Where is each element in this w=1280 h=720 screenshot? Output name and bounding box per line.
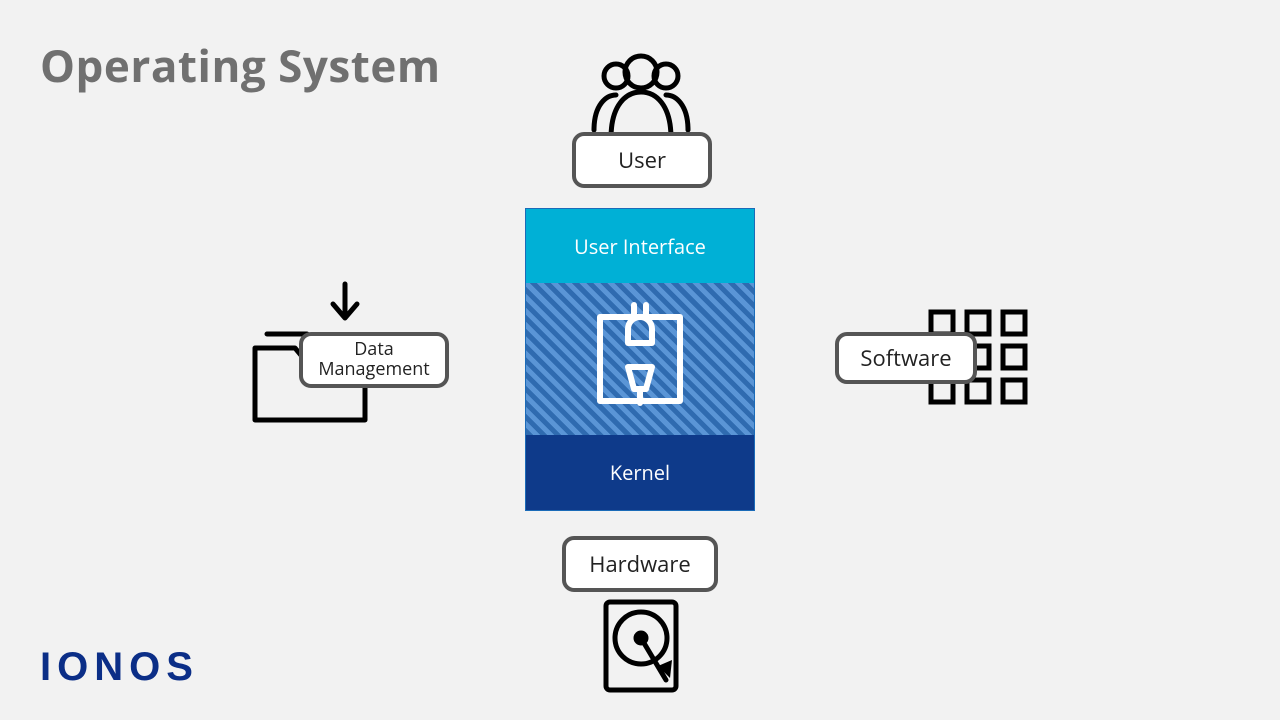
plug-socket-icon [580, 299, 700, 419]
node-data-management-label: Data Management [318, 340, 429, 380]
node-data-management: Data Management [299, 332, 449, 388]
layer-kernel-label: Kernel [610, 459, 670, 486]
layer-kernel: Kernel [526, 435, 754, 510]
brand-logo: IONOS [40, 645, 199, 690]
node-user-label: User [618, 148, 666, 172]
node-hardware-label: Hardware [589, 552, 691, 576]
node-hardware: Hardware [562, 536, 718, 592]
layer-user-interface: User Interface [526, 209, 754, 283]
node-user: User [572, 132, 712, 188]
diagram-title: Operating System [40, 35, 441, 95]
harddisk-icon [600, 596, 682, 701]
node-software: Software [835, 332, 977, 384]
users-icon [576, 50, 706, 145]
node-software-label: Software [860, 346, 951, 370]
os-stack: User Interface Kernel [525, 208, 755, 511]
layer-ui-label: User Interface [574, 233, 706, 260]
layer-middle [526, 283, 754, 435]
